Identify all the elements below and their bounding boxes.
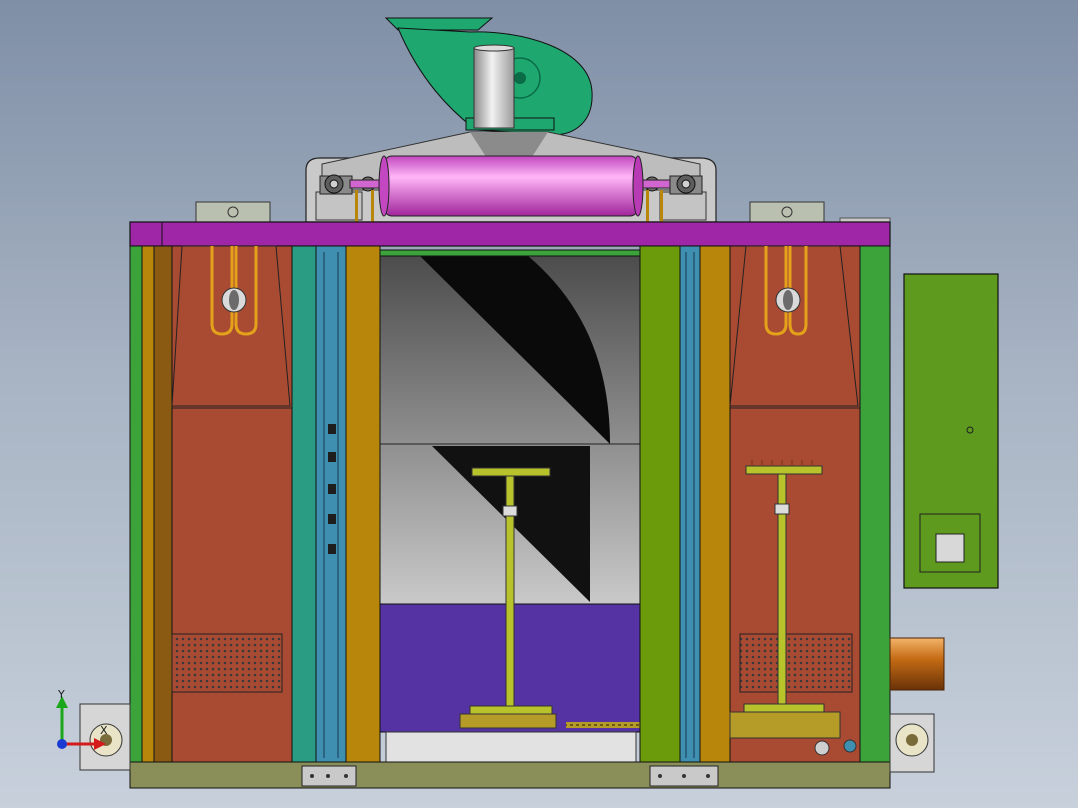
vent-grille-icon: [739, 633, 853, 693]
y-axis-label: Y: [57, 688, 65, 701]
roof-housing: [305, 131, 717, 235]
exhaust-fan: [384, 17, 593, 136]
vent-grille-icon: [171, 633, 283, 693]
top-frame: [129, 221, 891, 247]
exhaust-duct: [889, 637, 945, 691]
paint-booth-drawing: Y X: [56, 17, 999, 789]
exhaust-stack: [473, 47, 515, 129]
right-module: [639, 245, 891, 763]
wheel-icon: [889, 713, 935, 773]
x-axis-label: X: [100, 724, 108, 737]
left-module: [129, 245, 381, 763]
spray-chamber: [379, 249, 641, 789]
base-rail: [129, 761, 891, 789]
trolley: [729, 711, 841, 739]
drive-roller: [383, 155, 639, 217]
cad-viewport[interactable]: Y X: [0, 0, 1078, 808]
wheel-icon: [79, 703, 131, 771]
